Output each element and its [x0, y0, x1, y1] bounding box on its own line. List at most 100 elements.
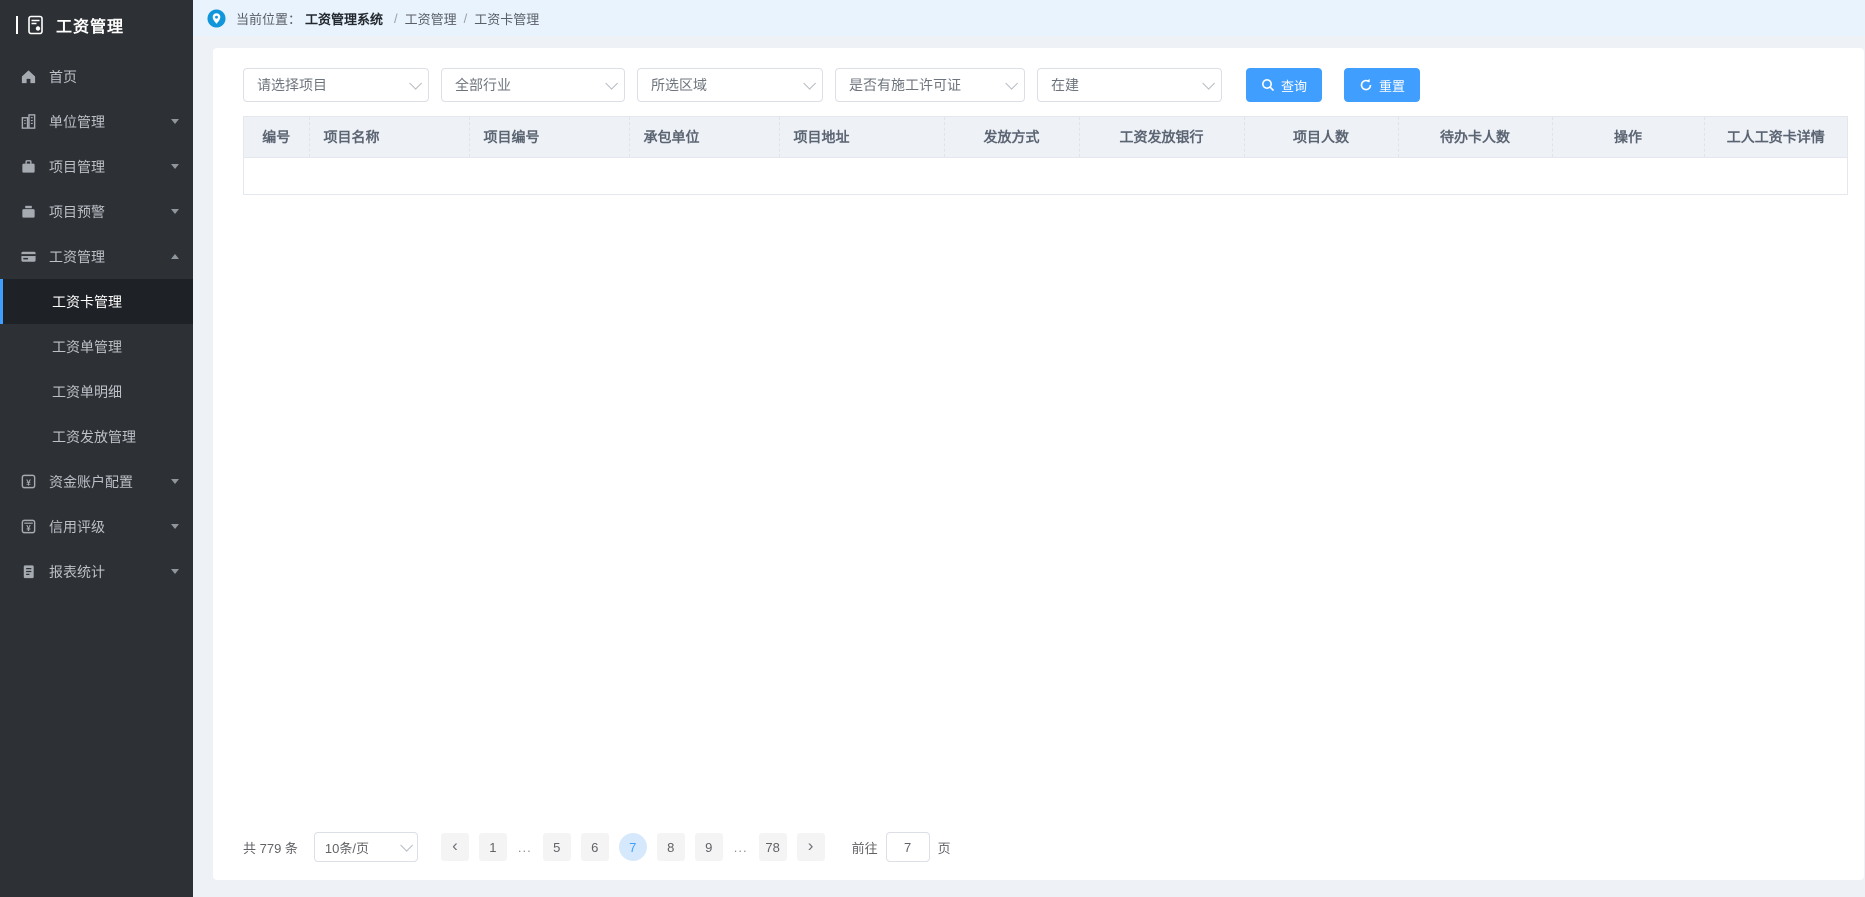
industry-select-value: 全部行业 [455, 75, 511, 95]
chevron-down-icon [1202, 77, 1215, 90]
logo-divider [16, 16, 18, 34]
home-icon [20, 68, 37, 85]
wage-card-table: 编号 项目名称 项目编号 承包单位 项目地址 发放方式 工资发放银行 项目人数 … [243, 116, 1848, 195]
project-select-value: 请选择项目 [257, 75, 327, 95]
reset-button[interactable]: 重置 [1344, 68, 1420, 102]
sidebar-item-report-statistics[interactable]: 报表统计 [0, 549, 193, 594]
page-button[interactable]: 5 [543, 833, 571, 861]
sidebar-item-fund-account-config[interactable]: ¥ 资金账户配置 [0, 459, 193, 504]
col-header-address: 项目地址 [779, 117, 944, 158]
sidebar-item-payslip-detail[interactable]: 工资单明细 [0, 369, 193, 414]
sidebar-item-wage-card-management[interactable]: 工资卡管理 [0, 279, 193, 324]
sidebar-item-wage-management[interactable]: 工资管理 [0, 234, 193, 279]
sidebar-item-credit-rating[interactable]: ¥ 信用评级 [0, 504, 193, 549]
chevron-down-icon [171, 164, 179, 169]
wage-management-logo-icon [25, 14, 47, 36]
chevron-down-icon [171, 479, 179, 484]
breadcrumb-root[interactable]: 工资管理系统 [305, 9, 383, 28]
page-button[interactable]: 6 [581, 833, 609, 861]
next-page-button[interactable]: › [797, 833, 825, 861]
sidebar-item-label: 首页 [49, 67, 179, 87]
page-ellipsis[interactable]: ... [734, 840, 748, 855]
project-icon [20, 158, 37, 175]
credit-rating-icon: ¥ [20, 518, 37, 535]
col-header-people-count: 项目人数 [1244, 117, 1398, 158]
sidebar-item-label: 工资管理 [49, 247, 171, 267]
page-button[interactable]: 9 [695, 833, 723, 861]
fund-account-icon: ¥ [20, 473, 37, 490]
app-logo: 工资管理 [0, 0, 193, 50]
page-size-select[interactable]: 10条/页 [314, 832, 418, 862]
sidebar-item-project-warning[interactable]: 项目预警 [0, 189, 193, 234]
sidebar-item-wage-issuance-management[interactable]: 工资发放管理 [0, 414, 193, 459]
sidebar-item-payslip-management[interactable]: 工资单管理 [0, 324, 193, 369]
app-window: 工资管理 首页 单位管理 项目管理 [0, 0, 1865, 897]
query-button-label: 查询 [1281, 76, 1307, 95]
breadcrumb-prefix: 当前位置： [236, 9, 301, 28]
main-content: 当前位置： 工资管理系统 / 工资管理 / 工资卡管理 请选择项目 全部行业 所… [193, 0, 1865, 897]
breadcrumb-level3[interactable]: 工资卡管理 [474, 9, 539, 28]
page-button[interactable]: 78 [759, 833, 787, 861]
svg-text:¥: ¥ [26, 524, 31, 533]
total-count-label: 共 779 条 [243, 838, 298, 857]
sidebar-item-label: 工资单明细 [52, 382, 122, 402]
industry-select[interactable]: 全部行业 [441, 68, 625, 102]
sidebar-item-unit-management[interactable]: 单位管理 [0, 99, 193, 144]
chevron-down-icon [171, 119, 179, 124]
chevron-down-icon [605, 77, 618, 90]
jump-prefix-label: 前往 [852, 838, 878, 857]
col-header-contractor: 承包单位 [629, 117, 779, 158]
svg-text:¥: ¥ [26, 477, 31, 487]
chevron-down-icon [1005, 77, 1018, 90]
filter-bar: 请选择项目 全部行业 所选区域 是否有施工许可证 在建 [243, 68, 1848, 102]
project-select[interactable]: 请选择项目 [243, 68, 429, 102]
status-select-value: 在建 [1051, 75, 1079, 95]
query-button[interactable]: 查询 [1246, 68, 1322, 102]
chevron-down-icon [803, 77, 816, 90]
sidebar-item-project-management[interactable]: 项目管理 [0, 144, 193, 189]
breadcrumb-separator: / [464, 11, 468, 26]
pager: ‹ 1...56789...78 › [436, 833, 830, 861]
col-header-bank: 工资发放银行 [1079, 117, 1244, 158]
permit-select[interactable]: 是否有施工许可证 [835, 68, 1025, 102]
jump-suffix-label: 页 [938, 838, 951, 857]
warning-project-icon [20, 203, 37, 220]
col-header-pending-cards: 待办卡人数 [1398, 117, 1552, 158]
page-button-current[interactable]: 7 [619, 833, 647, 861]
pagination: 共 779 条 10条/页 ‹ 1...56789...78 › 前往 页 [243, 832, 1848, 870]
page-button[interactable]: 8 [657, 833, 685, 861]
col-header-no: 编号 [244, 117, 309, 158]
sidebar-item-home[interactable]: 首页 [0, 54, 193, 99]
construction-status-select[interactable]: 在建 [1037, 68, 1222, 102]
col-header-method: 发放方式 [944, 117, 1079, 158]
sidebar-item-label: 工资单管理 [52, 337, 122, 357]
jump-page-input[interactable] [886, 832, 930, 862]
chevron-down-icon [409, 77, 422, 90]
prev-page-button[interactable]: ‹ [441, 833, 469, 861]
page-button[interactable]: 1 [479, 833, 507, 861]
wage-management-submenu: 工资卡管理 工资单管理 工资单明细 工资发放管理 [0, 279, 193, 459]
region-select-value: 所选区域 [651, 75, 707, 95]
page-buttons: 1...56789...78 [474, 833, 792, 861]
refresh-icon [1359, 78, 1373, 92]
sidebar-item-label: 单位管理 [49, 112, 171, 132]
building-icon [20, 113, 37, 130]
chevron-down-icon [171, 569, 179, 574]
breadcrumb-separator: / [394, 11, 398, 26]
app-title: 工资管理 [56, 13, 124, 37]
content-card: 请选择项目 全部行业 所选区域 是否有施工许可证 在建 [213, 48, 1864, 880]
sidebar-menu: 首页 单位管理 项目管理 项目预警 [0, 50, 193, 897]
col-header-actions: 操作 [1552, 117, 1704, 158]
sidebar: 工资管理 首页 单位管理 项目管理 [0, 0, 193, 897]
report-icon [20, 563, 37, 580]
col-header-project-code: 项目编号 [469, 117, 629, 158]
chevron-up-icon [171, 254, 179, 259]
sidebar-item-label: 资金账户配置 [49, 472, 171, 492]
col-header-worker-card-detail: 工人工资卡详情 [1704, 117, 1847, 158]
chevron-down-icon [171, 209, 179, 214]
breadcrumb-level2[interactable]: 工资管理 [405, 9, 457, 28]
region-select[interactable]: 所选区域 [637, 68, 823, 102]
col-header-project-name: 项目名称 [309, 117, 469, 158]
page-ellipsis[interactable]: ... [518, 840, 532, 855]
content-spacer [243, 195, 1848, 832]
